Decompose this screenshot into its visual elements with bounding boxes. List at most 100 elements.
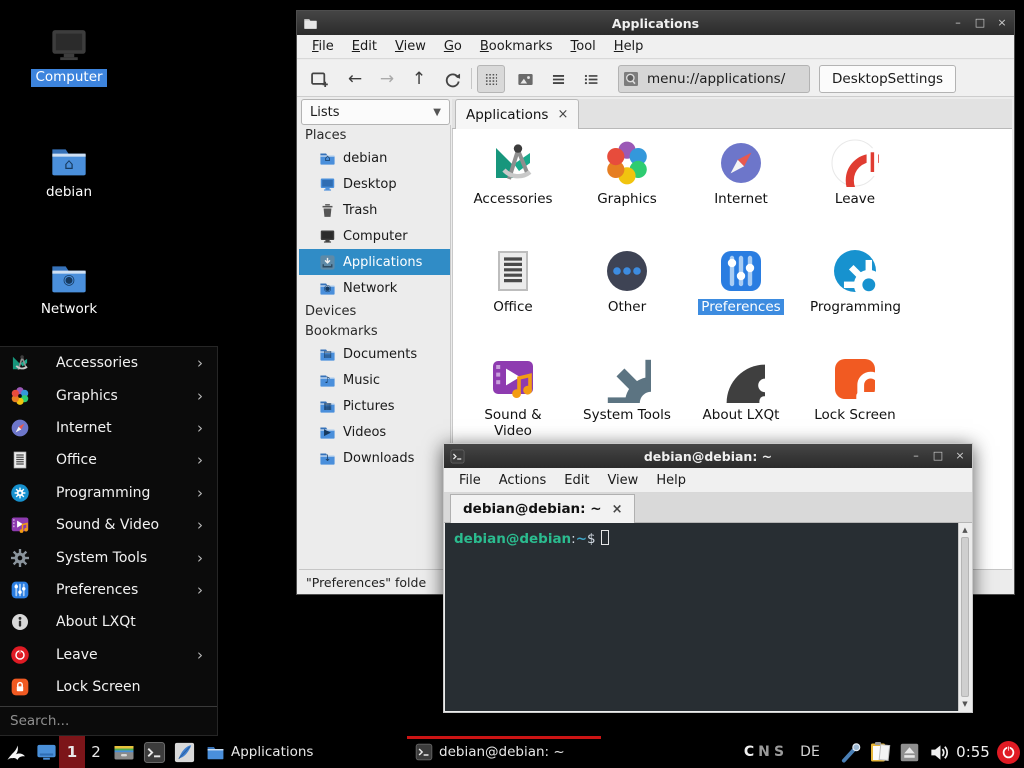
sidebar-item-documents[interactable]: ▤ Documents: [299, 341, 450, 367]
maximize-button[interactable]: □: [932, 450, 944, 462]
menu-go[interactable]: Go: [435, 37, 471, 56]
menu-help[interactable]: Help: [605, 37, 653, 56]
menu-edit[interactable]: Edit: [343, 37, 386, 56]
menu-edit[interactable]: Edit: [555, 471, 598, 490]
menu-item-office[interactable]: Office ›: [0, 444, 217, 476]
terminal-scrollbar[interactable]: ▲ ▼: [958, 523, 971, 711]
menu-item-system-tools[interactable]: System Tools ›: [0, 541, 217, 573]
tray-volume[interactable]: [925, 736, 953, 768]
sidebar-item-trash[interactable]: Trash: [299, 197, 450, 223]
quicklaunch-file-manager[interactable]: [110, 736, 138, 768]
tray-screenshot-tool[interactable]: [838, 736, 864, 768]
scroll-lock-indicator[interactable]: S: [772, 736, 786, 768]
thumbnail-view-button[interactable]: [511, 65, 539, 93]
maximize-button[interactable]: □: [974, 17, 986, 29]
sidebar-item-home[interactable]: ⌂ debian: [299, 145, 450, 171]
detailed-view-button[interactable]: [577, 65, 605, 93]
desktop-icon-debian[interactable]: ⌂ debian: [23, 141, 115, 202]
app-item-internet[interactable]: Internet: [685, 139, 797, 207]
app-item-other[interactable]: Other: [571, 247, 683, 315]
desktop-icon-network[interactable]: ◉ Network: [23, 258, 115, 319]
menu-item-graphics[interactable]: Graphics ›: [0, 379, 217, 411]
menu-bookmarks[interactable]: Bookmarks: [471, 37, 562, 56]
workspace-1-button[interactable]: 1: [59, 736, 85, 768]
menu-item-programming[interactable]: Programming ›: [0, 477, 217, 509]
menu-item-leave[interactable]: Leave ›: [0, 639, 217, 671]
sidebar-item-applications[interactable]: Applications: [299, 249, 450, 275]
address-input[interactable]: [645, 70, 805, 88]
app-item-preferences[interactable]: Preferences: [685, 247, 797, 315]
app-item-about-lxqt[interactable]: About LXQt: [685, 355, 797, 423]
minimize-button[interactable]: –: [910, 450, 922, 462]
close-button[interactable]: ×: [996, 17, 1008, 29]
forward-button[interactable]: →: [373, 65, 401, 93]
caps-lock-indicator[interactable]: C: [742, 736, 756, 768]
menu-item-accessories[interactable]: Accessories ›: [0, 347, 217, 379]
terminal-tab[interactable]: debian@debian: ~ ×: [450, 494, 635, 523]
main-menu-button[interactable]: [3, 736, 31, 768]
scroll-up-icon[interactable]: ▲: [959, 526, 971, 534]
num-lock-indicator[interactable]: N: [757, 736, 771, 768]
app-item-leave[interactable]: Leave: [799, 139, 911, 207]
menu-tool[interactable]: Tool: [562, 37, 605, 56]
sidebar-item-network[interactable]: ◉ Network: [299, 275, 450, 301]
compact-view-button[interactable]: [544, 65, 572, 93]
sidebar-mode-combo[interactable]: Lists ▼: [301, 99, 450, 125]
workspace-2-button[interactable]: 2: [85, 736, 107, 768]
scroll-down-icon[interactable]: ▼: [959, 700, 971, 708]
reload-button[interactable]: [438, 65, 466, 93]
menu-file[interactable]: File: [450, 471, 490, 490]
tray-removable-media[interactable]: [896, 736, 922, 768]
tab-close-icon[interactable]: ×: [612, 502, 623, 517]
app-item-graphics[interactable]: Graphics: [571, 139, 683, 207]
tray-clipboard-manager[interactable]: [866, 736, 894, 768]
desktop-icon-computer[interactable]: Computer: [23, 24, 115, 87]
sidebar-item-pictures[interactable]: ▦ Pictures: [299, 393, 450, 419]
clock[interactable]: 0:55: [953, 736, 993, 768]
menu-file[interactable]: File: [303, 37, 343, 56]
close-button[interactable]: ×: [954, 450, 966, 462]
app-item-office[interactable]: Office: [457, 247, 569, 315]
app-item-sound-video[interactable]: Sound & Video: [457, 355, 569, 439]
menu-item-internet[interactable]: Internet ›: [0, 412, 217, 444]
task-button-applications[interactable]: Applications: [206, 736, 334, 768]
fm-titlebar[interactable]: Applications – □ ×: [297, 11, 1014, 35]
task-button-terminal[interactable]: debian@debian: ~: [407, 736, 601, 768]
tab-applications[interactable]: Applications ×: [455, 99, 579, 129]
sidebar-item-desktop[interactable]: Desktop: [299, 171, 450, 197]
address-bar[interactable]: [618, 65, 810, 93]
minimize-button[interactable]: –: [952, 17, 964, 29]
sidebar-item-downloads[interactable]: ↓ Downloads: [299, 445, 450, 471]
menu-view[interactable]: View: [598, 471, 647, 490]
menu-item-lock-screen[interactable]: Lock Screen: [0, 671, 217, 703]
menu-view[interactable]: View: [386, 37, 435, 56]
menu-help[interactable]: Help: [647, 471, 695, 490]
scrollbar-thumb[interactable]: [961, 537, 969, 697]
taskbar-panel: 1 2 Applications debian@debian: ~ C N S …: [0, 736, 1024, 768]
icon-view-button[interactable]: [477, 65, 505, 93]
app-item-accessories[interactable]: Accessories: [457, 139, 569, 207]
tab-close-icon[interactable]: ×: [557, 107, 568, 122]
menu-actions[interactable]: Actions: [490, 471, 556, 490]
desktop-settings-button[interactable]: DesktopSettings: [819, 65, 956, 93]
app-item-programming[interactable]: Programming: [799, 247, 911, 315]
sidebar-item-videos[interactable]: ▶ Videos: [299, 419, 450, 445]
quicklaunch-terminal[interactable]: [140, 736, 168, 768]
menu-item-about-lxqt[interactable]: About LXQt: [0, 606, 217, 638]
back-button[interactable]: ←: [341, 65, 369, 93]
new-tab-button[interactable]: [305, 65, 333, 93]
search-input[interactable]: [8, 712, 188, 730]
sidebar-item-music[interactable]: ♪ Music: [299, 367, 450, 393]
app-item-lock-screen[interactable]: Lock Screen: [799, 355, 911, 423]
sidebar-item-computer[interactable]: Computer: [299, 223, 450, 249]
terminal-content[interactable]: debian@debian:~$ ▲ ▼: [445, 523, 971, 711]
menu-item-preferences[interactable]: Preferences ›: [0, 574, 217, 606]
quicklaunch-featherpad[interactable]: [170, 736, 198, 768]
terminal-titlebar[interactable]: debian@debian: ~ – □ ×: [444, 444, 972, 468]
leave-button[interactable]: [995, 736, 1022, 768]
show-desktop-button[interactable]: [33, 736, 59, 768]
menu-item-sound-video[interactable]: Sound & Video ›: [0, 509, 217, 541]
app-item-system-tools[interactable]: System Tools: [571, 355, 683, 423]
keyboard-layout-indicator[interactable]: DE: [795, 736, 825, 768]
up-button[interactable]: ↑: [405, 65, 433, 93]
